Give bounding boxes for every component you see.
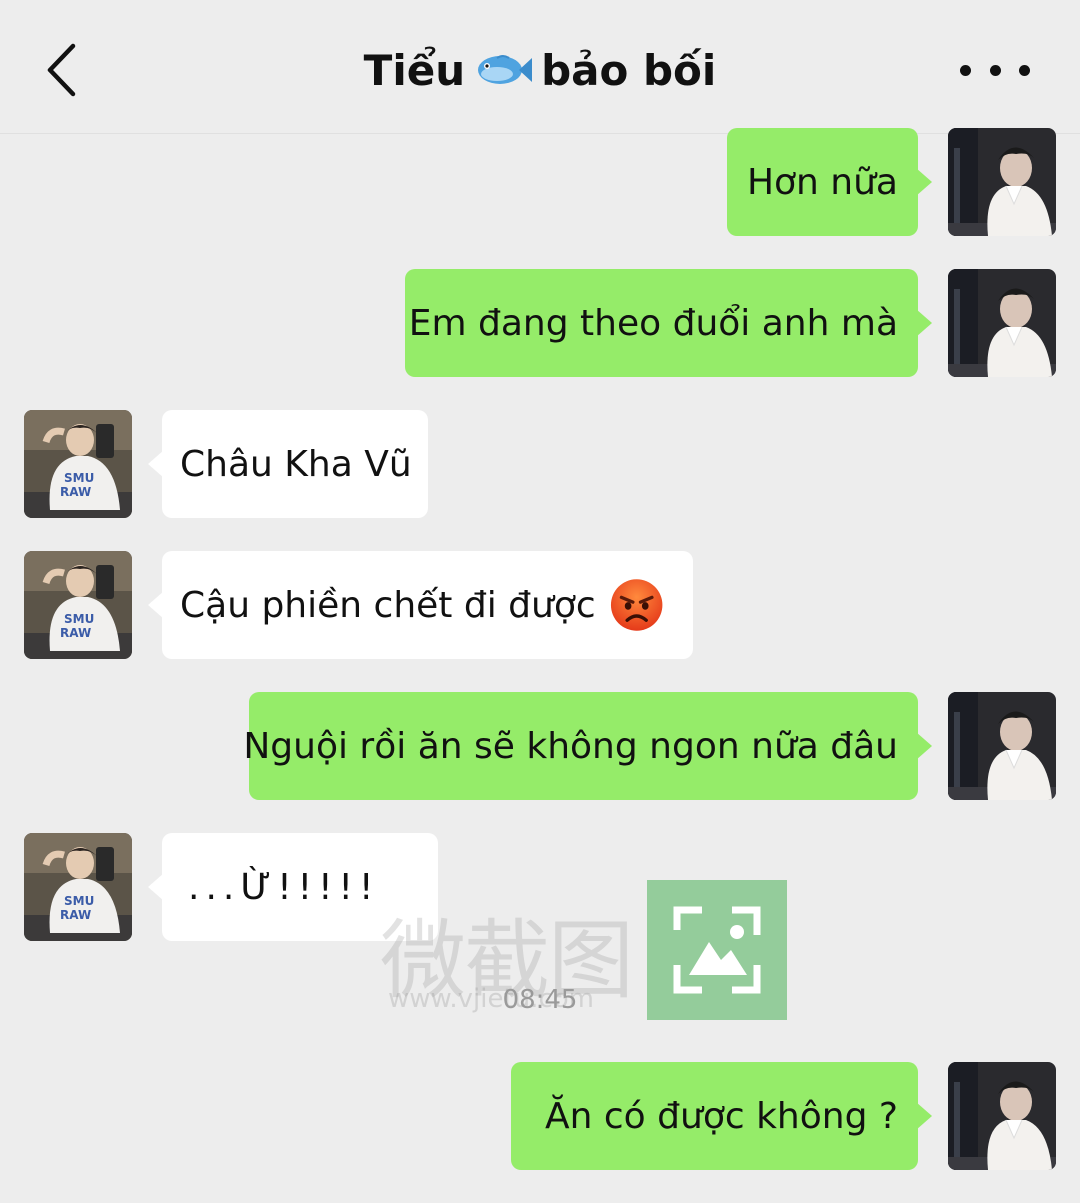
message-bubble-outgoing[interactable]: Hơn nữa [727,128,932,236]
more-options-button[interactable] [960,50,1030,90]
message-text: Em đang theo đuổi anh mà [408,302,898,344]
fish-icon [478,55,533,84]
chat-title: Tiểu bảo bối [0,40,1080,100]
message-bubble-outgoing[interactable]: Ăn có được không ? [511,1062,932,1170]
chat-title-part1: Tiểu [363,45,466,95]
message-bubble-outgoing[interactable]: Nguội rồi ăn sẽ không ngon nữa đâu [243,692,932,800]
self-avatar[interactable] [948,128,1056,236]
message-text: ...Ừ!!!!! [188,866,380,908]
contact-avatar[interactable] [24,410,132,518]
more-dot [1019,64,1030,76]
contact-avatar[interactable] [24,833,132,941]
message-text: Ăn có được không ? [545,1095,898,1137]
contact-avatar[interactable] [24,551,132,659]
message-text: Nguội rồi ăn sẽ không ngon nữa đâu [243,725,898,767]
self-avatar[interactable] [948,269,1056,377]
self-avatar[interactable] [948,692,1056,800]
chat-header: Tiểu bảo bối [0,0,1080,134]
message-text: Cậu phiền chết đi được [180,584,596,626]
message-text: Hơn nữa [746,161,898,203]
more-dots-icon [960,64,971,76]
message-text: Châu Kha Vũ [180,443,412,485]
more-dot [989,64,1001,76]
message-bubble-incoming[interactable]: ...Ừ!!!!! [148,833,438,941]
message-timestamp: 08:45 [502,985,578,1015]
message-bubble-outgoing[interactable]: Em đang theo đuổi anh mà [405,269,932,377]
chat-title-part2: bảo bối [541,45,717,95]
message-bubble-incoming[interactable]: Châu Kha Vũ [148,410,428,518]
message-bubble-incoming[interactable]: Cậu phiền chết đi được [148,551,693,659]
angry-face-icon [610,579,663,631]
self-avatar[interactable] [948,1062,1056,1170]
